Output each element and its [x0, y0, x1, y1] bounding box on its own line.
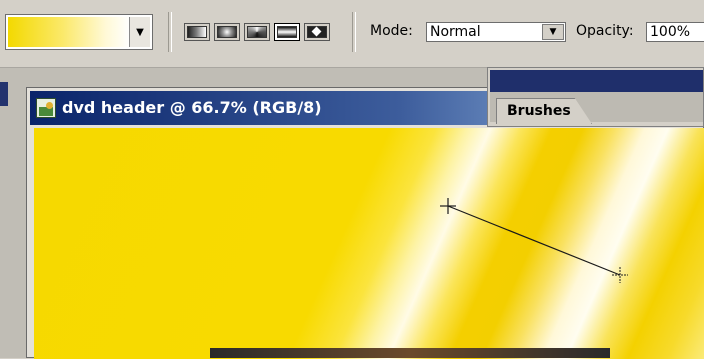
chevron-down-icon[interactable]: ▼	[129, 17, 150, 47]
options-bar: ▼ Mode: Normal ▼ Opacity: 100%	[0, 0, 704, 68]
opacity-input[interactable]: 100%	[646, 22, 704, 42]
opacity-label: Opacity:	[576, 23, 634, 39]
palette-titlebar[interactable]	[490, 70, 703, 92]
image-document-icon	[36, 98, 56, 118]
image-canvas[interactable]	[34, 128, 704, 359]
angle-gradient-button[interactable]	[244, 23, 270, 41]
mode-value: Normal	[430, 24, 481, 40]
gradient-drag-line	[440, 198, 628, 283]
toolbar-separator	[168, 12, 172, 52]
mode-select[interactable]: Normal ▼	[426, 22, 566, 42]
document-window[interactable]: dvd header @ 66.7% (RGB/8)	[26, 87, 704, 359]
angle-gradient-icon	[247, 26, 267, 38]
opacity-value: 100%	[650, 24, 691, 40]
gradient-preview-swatch[interactable]	[8, 17, 130, 47]
document-title: dvd header @ 66.7% (RGB/8)	[62, 98, 322, 117]
tab-brushes-label: Brushes	[507, 103, 571, 119]
diamond-gradient-icon	[307, 26, 327, 38]
gradient-picker[interactable]: ▼	[5, 14, 153, 50]
gradient-line	[447, 205, 621, 276]
chevron-down-icon[interactable]: ▼	[542, 24, 564, 40]
background-window-edge	[0, 82, 8, 106]
linear-gradient-icon	[187, 26, 207, 38]
radial-gradient-icon	[217, 26, 237, 38]
tab-brushes[interactable]: Brushes	[496, 98, 592, 124]
radial-gradient-button[interactable]	[214, 23, 240, 41]
reflected-gradient-icon	[277, 26, 297, 38]
mode-label: Mode:	[370, 23, 413, 39]
diamond-gradient-button[interactable]	[304, 23, 330, 41]
background-window-strip	[210, 348, 610, 358]
palette-tabstrip: Brushes	[490, 92, 703, 124]
linear-gradient-button[interactable]	[184, 23, 210, 41]
reflected-gradient-button[interactable]	[274, 23, 300, 41]
toolbar-separator	[352, 12, 356, 52]
brushes-palette[interactable]: Brushes	[487, 67, 704, 127]
